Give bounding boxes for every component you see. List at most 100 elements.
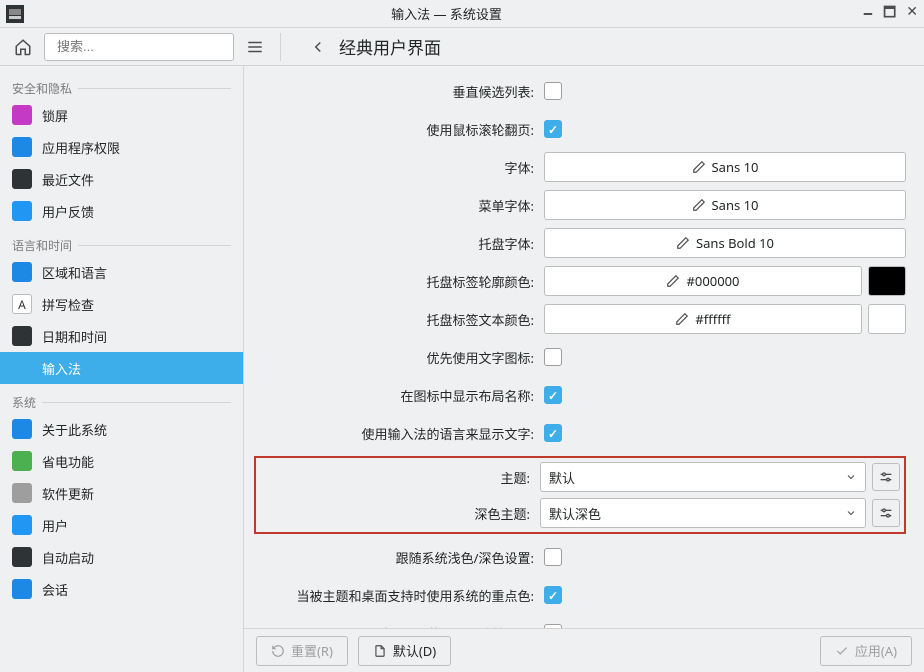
sidebar-item-icon — [12, 483, 32, 503]
theme-config-button[interactable] — [872, 463, 900, 491]
sidebar-category: 系统 — [0, 384, 243, 413]
tray-outline-color-button[interactable]: #000000 — [544, 266, 862, 296]
label-show-layout-name: 在图标中显示布局名称: — [254, 386, 544, 405]
sidebar-item-label: 日期和时间 — [42, 327, 107, 346]
sidebar-item-label: 锁屏 — [42, 106, 68, 125]
sidebar-item-icon — [12, 201, 32, 221]
defaults-button[interactable]: 默认(D) — [358, 636, 451, 666]
checkbox-use-accent[interactable] — [544, 586, 562, 604]
dark-theme-select[interactable]: 默认深色 — [540, 498, 866, 528]
form-area: 垂直候选列表: 使用鼠标滚轮翻页: 字体: Sans 10 — [244, 66, 924, 628]
app-icon — [6, 5, 24, 23]
sidebar-item-icon — [12, 579, 32, 599]
sliders-icon — [878, 469, 894, 485]
sidebar-item[interactable]: 用户反馈 — [0, 195, 243, 227]
sidebar-item[interactable]: 软件更新 — [0, 477, 243, 509]
chevron-down-icon — [845, 471, 857, 483]
sidebar-item-icon: A — [12, 294, 32, 314]
sidebar-item[interactable]: 会话 — [0, 573, 243, 605]
back-button[interactable] — [303, 32, 333, 62]
maximize-button[interactable]: 🗖 — [883, 2, 896, 26]
sidebar-item-icon — [12, 262, 32, 282]
sidebar-item[interactable]: A 拼写检查 — [0, 288, 243, 320]
checkbox-show-layout-name[interactable] — [544, 386, 562, 404]
apply-button[interactable]: 应用(A) — [820, 636, 912, 666]
document-icon — [373, 644, 387, 658]
sidebar-category: 语言和时间 — [0, 227, 243, 256]
checkbox-scroll-page[interactable] — [544, 120, 562, 138]
page-title: 经典用户界面 — [339, 34, 441, 59]
sidebar-item-label: 最近文件 — [42, 170, 94, 189]
label-use-im-lang: 使用输入法的语言来显示文字: — [254, 424, 544, 443]
footer: 重置(R) 默认(D) 应用(A) — [244, 628, 924, 672]
tray-text-swatch[interactable] — [868, 304, 906, 334]
sidebar-item-label: 关于此系统 — [42, 420, 107, 439]
sidebar-item[interactable]: 应用程序权限 — [0, 131, 243, 163]
theme-highlight-box: 主题: 默认 深色主题: — [254, 456, 906, 534]
sidebar-item[interactable]: 日期和时间 — [0, 320, 243, 352]
theme-select[interactable]: 默认 — [540, 462, 866, 492]
tray-outline-swatch[interactable] — [868, 266, 906, 296]
hamburger-menu-button[interactable] — [240, 32, 270, 62]
label-menu-font: 菜单字体: — [254, 196, 544, 215]
label-tray-outline: 托盘标签轮廓颜色: — [254, 272, 544, 291]
sidebar-item[interactable]: 用户 — [0, 509, 243, 541]
sidebar-item-label: 用户 — [42, 516, 68, 535]
checkbox-prefer-text-icon[interactable] — [544, 348, 562, 366]
content: 垂直候选列表: 使用鼠标滚轮翻页: 字体: Sans 10 — [244, 66, 924, 672]
sidebar-item[interactable]: 关于此系统 — [0, 413, 243, 445]
sidebar-item[interactable]: 最近文件 — [0, 163, 243, 195]
sidebar-item-label: 输入法 — [42, 359, 81, 378]
tray-text-color-button[interactable]: #ffffff — [544, 304, 862, 334]
sidebar-item-icon — [12, 419, 32, 439]
sidebar-item[interactable]: 锁屏 — [0, 99, 243, 131]
label-theme: 主题: — [260, 468, 540, 487]
checkbox-use-im-lang[interactable] — [544, 424, 562, 442]
sidebar-item-label: 软件更新 — [42, 484, 94, 503]
label-tray-font: 托盘字体: — [254, 234, 544, 253]
checkbox-vertical-list[interactable] — [544, 82, 562, 100]
label-font: 字体: — [254, 158, 544, 177]
sidebar-item[interactable]: 省电功能 — [0, 445, 243, 477]
label-tray-text: 托盘标签文本颜色: — [254, 310, 544, 329]
close-button[interactable]: ✕ — [906, 2, 918, 26]
sidebar-item-label: 用户反馈 — [42, 202, 94, 221]
sidebar-item-icon — [12, 451, 32, 471]
sidebar-item-icon — [12, 326, 32, 346]
reset-button[interactable]: 重置(R) — [256, 636, 348, 666]
minimize-button[interactable]: 🗕 — [863, 2, 873, 26]
sidebar-item-label: 应用程序权限 — [42, 138, 120, 157]
label-dark-theme: 深色主题: — [260, 504, 540, 523]
menu-font-button[interactable]: Sans 10 — [544, 190, 906, 220]
sidebar-item-label: 拼写检查 — [42, 295, 94, 314]
sliders-icon — [878, 505, 894, 521]
pencil-icon — [692, 160, 706, 174]
chevron-down-icon — [845, 507, 857, 519]
tray-font-button[interactable]: Sans Bold 10 — [544, 228, 906, 258]
sidebar-item-label: 会话 — [42, 580, 68, 599]
toolbar: 经典用户界面 — [0, 28, 924, 66]
sidebar-item-icon — [12, 547, 32, 567]
dark-theme-config-button[interactable] — [872, 499, 900, 527]
sidebar-item[interactable]: 自动启动 — [0, 541, 243, 573]
sidebar-item[interactable]: 输入法 — [0, 352, 243, 384]
label-use-accent: 当被主题和桌面支持时使用系统的重点色: — [254, 586, 544, 605]
label-follow-system: 跟随系统浅色/深色设置: — [254, 548, 544, 567]
sidebar-item-icon — [12, 358, 32, 378]
pencil-icon — [692, 198, 706, 212]
label-prefer-text-icon: 优先使用文字图标: — [254, 348, 544, 367]
sidebar-item[interactable]: 区域和语言 — [0, 256, 243, 288]
sidebar-item-label: 省电功能 — [42, 452, 94, 471]
pencil-icon — [666, 274, 680, 288]
sidebar-item-icon — [12, 137, 32, 157]
sidebar-item-icon — [12, 515, 32, 535]
font-button[interactable]: Sans 10 — [544, 152, 906, 182]
window-title: 输入法 — 系统设置 — [30, 4, 863, 23]
sidebar-item-icon — [12, 105, 32, 125]
sidebar-item-label: 区域和语言 — [42, 263, 107, 282]
home-button[interactable] — [8, 32, 38, 62]
checkbox-follow-system[interactable] — [544, 548, 562, 566]
divider — [280, 33, 281, 61]
sidebar-item-label: 自动启动 — [42, 548, 94, 567]
search-input[interactable] — [44, 33, 234, 61]
